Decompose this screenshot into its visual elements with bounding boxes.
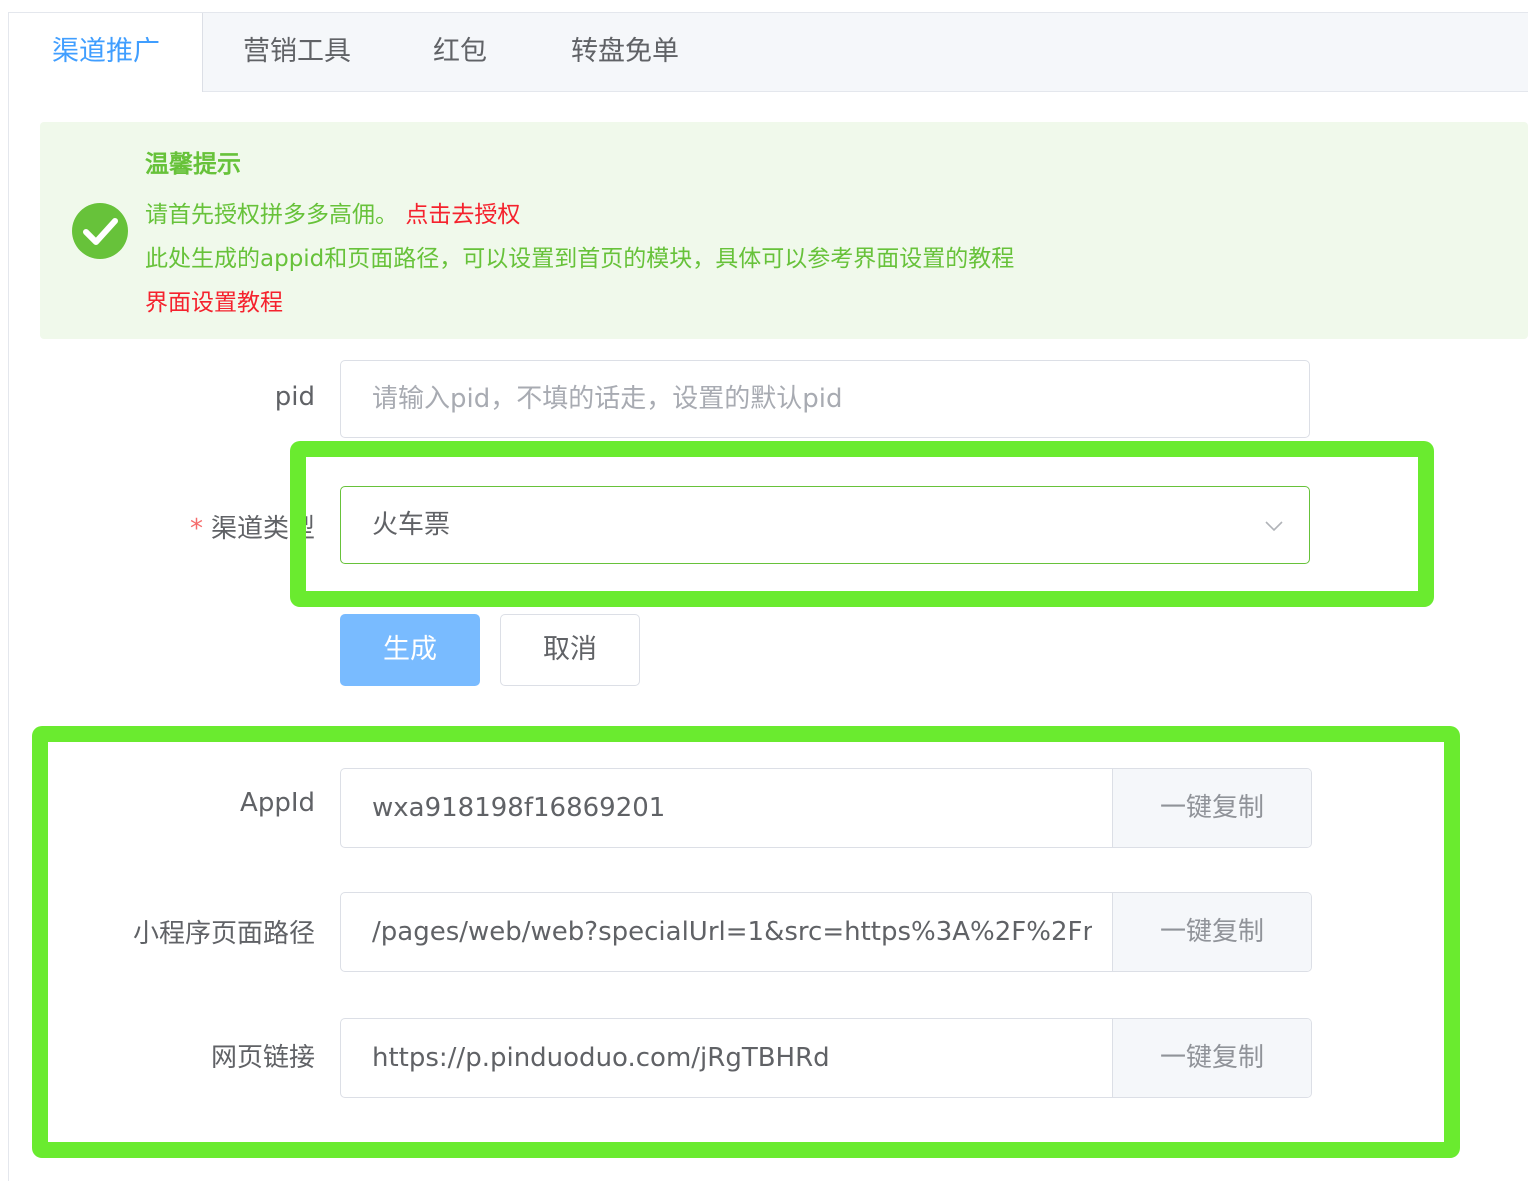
tab-wheel-free[interactable]: 转盘免单 — [550, 13, 700, 91]
copy-link-button[interactable]: 一键复制 — [1112, 1019, 1311, 1097]
pid-placeholder: 请输入pid，不填的话走，设置的默认pid — [372, 384, 843, 414]
cancel-button[interactable]: 取消 — [500, 614, 640, 686]
page-path-label: 小程序页面路径 — [132, 919, 315, 949]
channel-type-label: * 渠道类型 — [190, 508, 315, 545]
check-circle-icon — [72, 203, 128, 259]
generate-button[interactable]: 生成 — [340, 614, 480, 686]
tab-red-packet[interactable]: 红包 — [410, 13, 510, 91]
alert-title: 温馨提示 — [145, 150, 241, 178]
web-link-value[interactable]: https://p.pinduoduo.com/jRgTBHRd — [372, 1019, 1092, 1097]
authorize-link[interactable]: 点击去授权 — [405, 202, 520, 228]
appid-label: AppId — [240, 788, 315, 818]
alert-line-tutorial: 界面设置教程 — [145, 283, 283, 317]
channel-type-select[interactable]: 火车票 — [340, 486, 1310, 564]
chevron-down-icon — [1265, 521, 1283, 532]
appid-field: wxa918198f16869201 一键复制 — [340, 768, 1312, 848]
web-link-label: 网页链接 — [210, 1043, 315, 1073]
alert-line-description: 此处生成的appid和页面路径，可以设置到首页的模块，具体可以参考界面设置的教程 — [145, 246, 1015, 272]
channel-type-value: 火车票 — [372, 510, 451, 540]
tip-alert: 温馨提示 请首先授权拼多多高佣。 点击去授权 此处生成的appid和页面路径，可… — [40, 122, 1528, 339]
required-asterisk: * — [189, 514, 203, 544]
tab-bar: 渠道推广 营销工具 红包 转盘免单 — [10, 13, 1528, 92]
alert-authorize-text: 请首先授权拼多多高佣。 — [145, 202, 398, 228]
copy-appid-button[interactable]: 一键复制 — [1112, 769, 1311, 847]
page-path-value[interactable]: /pages/web/web?specialUrl=1&src=https%3A… — [372, 893, 1092, 971]
pid-input[interactable]: 请输入pid，不填的话走，设置的默认pid — [340, 360, 1310, 438]
tutorial-link[interactable]: 界面设置教程 — [145, 290, 283, 316]
page-path-field: /pages/web/web?specialUrl=1&src=https%3A… — [340, 892, 1312, 972]
web-link-field: https://p.pinduoduo.com/jRgTBHRd 一键复制 — [340, 1018, 1312, 1098]
tab-channel-promotion[interactable]: 渠道推广 — [10, 13, 203, 92]
channel-type-label-text: 渠道类型 — [210, 514, 315, 544]
alert-line-authorize: 请首先授权拼多多高佣。 点击去授权 — [145, 195, 520, 229]
pid-label: pid — [274, 382, 315, 412]
appid-value[interactable]: wxa918198f16869201 — [372, 769, 1092, 847]
copy-path-button[interactable]: 一键复制 — [1112, 893, 1311, 971]
tab-marketing-tools[interactable]: 营销工具 — [222, 13, 372, 91]
